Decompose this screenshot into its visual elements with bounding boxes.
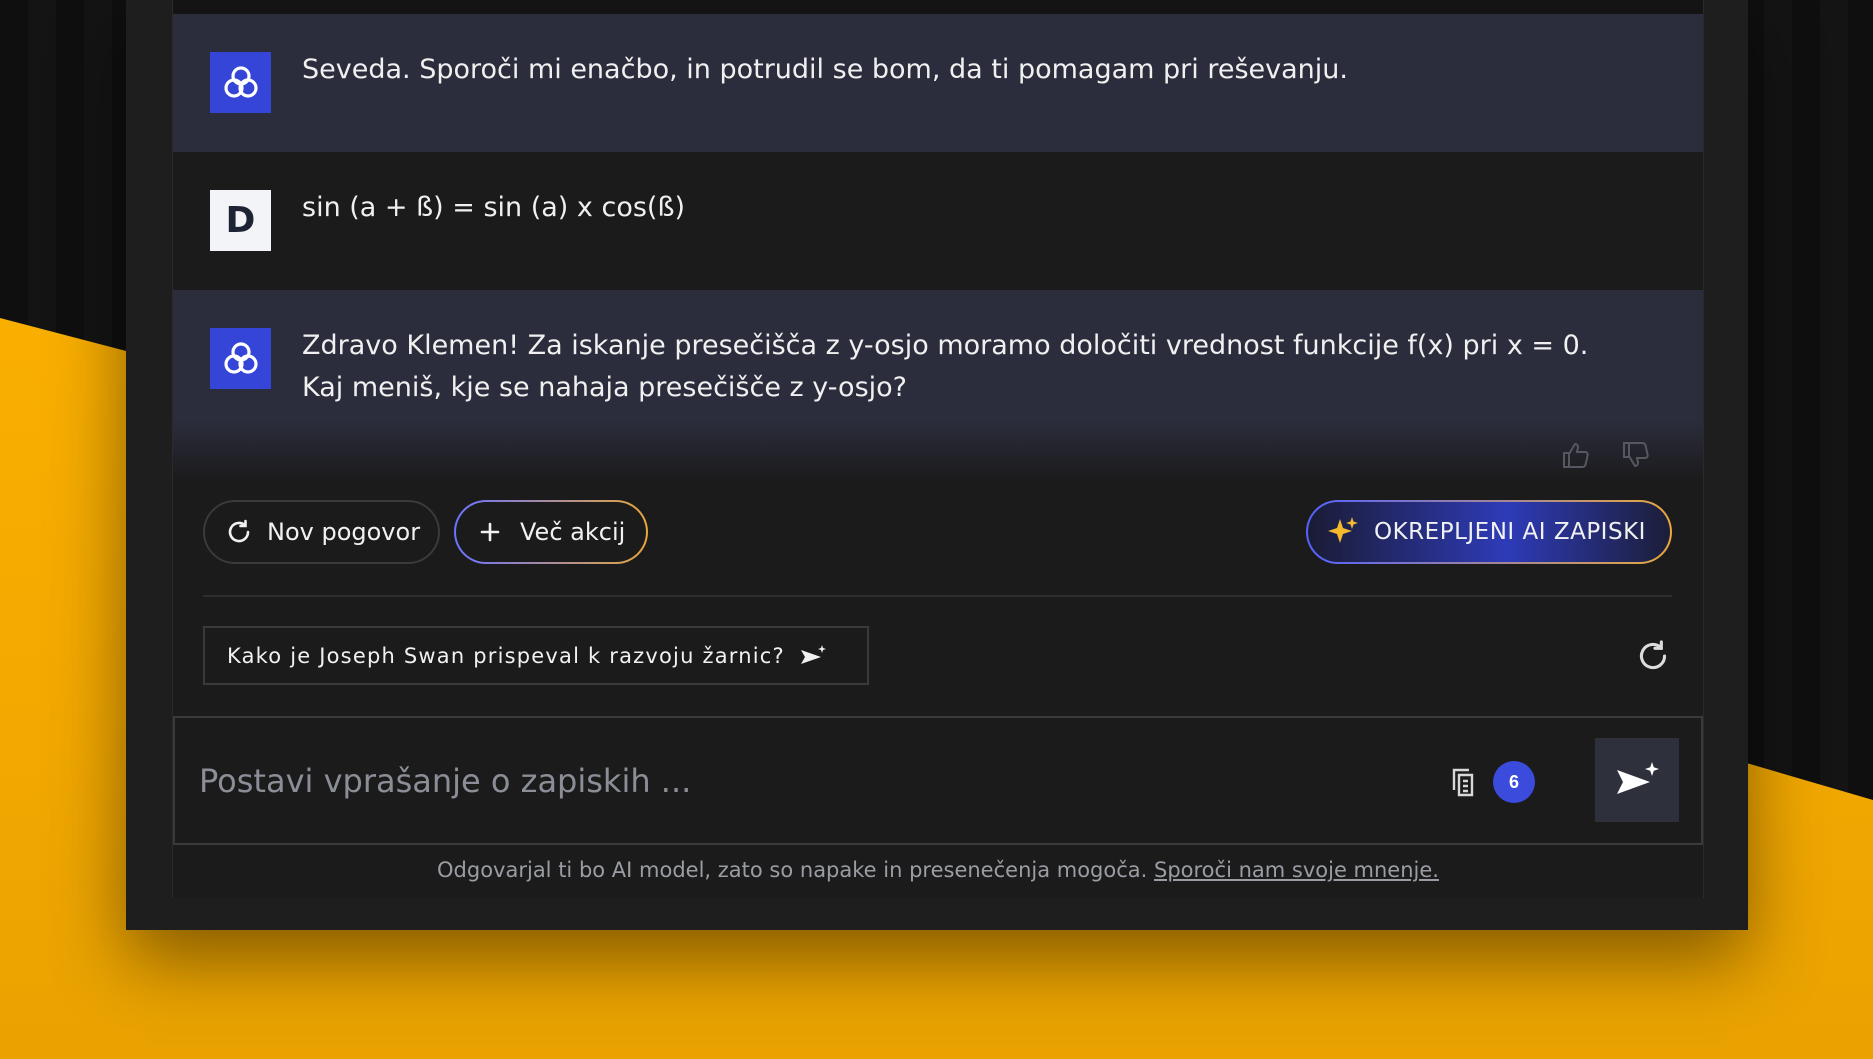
user-avatar: D [210, 190, 271, 251]
message-text: sin (a + ß) = sin (a) x cos(ß) [302, 192, 685, 223]
message-fade [173, 420, 1703, 480]
ai-avatar [210, 52, 271, 113]
new-chat-button[interactable]: Nov pogovor [203, 500, 440, 564]
thumbs-up-button[interactable] [1558, 440, 1594, 470]
divider [203, 595, 1672, 597]
chat-message-ai: Seveda. Sporoči mi enačbo, in potrudil s… [173, 14, 1703, 152]
knot-logo-icon [223, 65, 258, 98]
panel-top-bar [173, 0, 1703, 14]
enhanced-notes-label: OKREPLJENI AI ZAPISKI [1374, 519, 1646, 545]
ai-avatar [210, 328, 271, 389]
plus-icon [480, 522, 500, 542]
suggested-question-button[interactable]: Kako je Joseph Swan prispeval k razvoju … [203, 626, 869, 685]
message-text: Zdravo Klemen! Za iskanje presečišča z y… [302, 330, 1589, 403]
more-actions-button[interactable]: Več akcij [454, 500, 648, 564]
new-chat-label: Nov pogovor [267, 518, 421, 546]
disclaimer-footer: Odgovarjal ti bo AI model, zato so napak… [173, 858, 1703, 882]
chat-panel: Seveda. Sporoči mi enačbo, in potrudil s… [172, 0, 1704, 898]
documents-icon [1452, 768, 1474, 797]
disclaimer-text: Odgovarjal ti bo AI model, zato so napak… [437, 858, 1154, 882]
sparkles-icon [1328, 517, 1358, 543]
send-sparkle-icon [799, 644, 827, 668]
documents-button[interactable] [1449, 766, 1479, 798]
send-button[interactable] [1595, 738, 1679, 822]
message-text: Seveda. Sporoči mi enačbo, in potrudil s… [302, 54, 1348, 85]
refresh-icon [1639, 640, 1667, 670]
more-actions-label: Več akcij [520, 518, 626, 546]
question-input[interactable] [197, 748, 1381, 814]
notes-count-badge: 6 [1493, 761, 1535, 803]
suggested-question-text: Kako je Joseph Swan prispeval k razvoju … [227, 643, 785, 668]
question-input-box: 6 [173, 716, 1703, 845]
knot-logo-icon [223, 341, 258, 374]
thumbs-down-button[interactable] [1618, 440, 1654, 470]
feedback-link[interactable]: Sporoči nam svoje mnenje. [1154, 858, 1439, 882]
refresh-suggestions-button[interactable] [1633, 636, 1673, 676]
thumbs-up-icon [1563, 442, 1589, 468]
chat-message-user: D sin (a + ß) = sin (a) x cos(ß) [173, 152, 1703, 290]
thumbs-down-icon [1623, 442, 1649, 468]
send-sparkle-icon [1617, 762, 1659, 794]
enhanced-notes-button[interactable]: OKREPLJENI AI ZAPISKI [1306, 500, 1672, 564]
refresh-icon [228, 519, 250, 543]
